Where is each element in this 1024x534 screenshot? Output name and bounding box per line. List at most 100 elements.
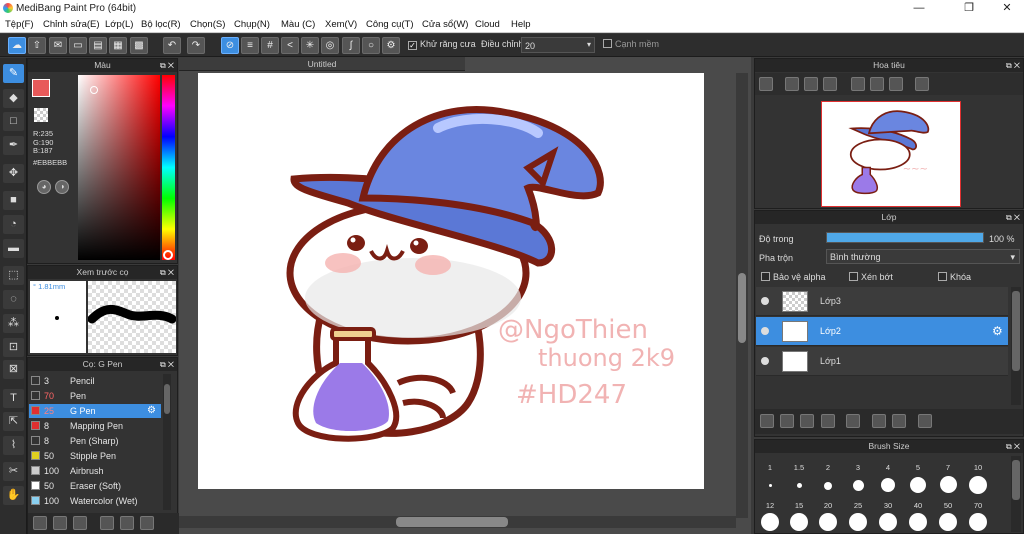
menu-edit[interactable]: Chỉnh sửa(E) — [43, 19, 100, 30]
new-8bit-layer-icon[interactable] — [800, 414, 814, 428]
opacity-slider[interactable] — [826, 232, 984, 243]
smooth-option[interactable]: Cạnh mềm — [603, 39, 659, 49]
navigator-thumbnail[interactable]: ~~~ — [821, 101, 961, 207]
circle-snap-icon[interactable]: ◎ — [321, 37, 339, 54]
brush-item-pen[interactable]: 70 Pen — [29, 389, 161, 403]
visibility-eye-icon[interactable] — [761, 297, 769, 305]
drawing-canvas[interactable]: @NgoThien thuong 2k9 #HD247 — [198, 73, 704, 489]
vertical-scrollbar[interactable] — [736, 73, 748, 518]
document-icon[interactable]: ▤ — [89, 37, 107, 54]
rect-select-tool-icon[interactable]: ⬚ — [3, 266, 24, 285]
brush-size-cell[interactable]: 20 — [813, 501, 843, 531]
lock-checkbox[interactable] — [938, 272, 947, 281]
horizontal-scrollbar-thumb[interactable] — [396, 517, 508, 527]
brush-size-cell[interactable]: 70 — [963, 501, 993, 531]
brush-item-airbrush[interactable]: 100 Airbrush — [29, 464, 161, 478]
brush-list-scrollbar[interactable] — [163, 374, 171, 510]
reset-view-icon[interactable] — [915, 77, 929, 91]
grid-panel-icon[interactable]: ▦ — [109, 37, 127, 54]
new-layer-icon[interactable] — [760, 414, 774, 428]
text-tool-icon[interactable]: T — [3, 389, 24, 408]
shape-fill-tool-icon[interactable]: ■ — [3, 191, 24, 210]
close-button[interactable]: ✕ — [992, 1, 1022, 16]
magic-wand-tool-icon[interactable]: ⁂ — [3, 314, 24, 333]
parallel-snap-icon[interactable]: ≡ — [241, 37, 259, 54]
brush-item-mapping-pen[interactable]: 8 Mapping Pen — [29, 419, 161, 433]
brush-item-watercolor-wet[interactable]: 100 Watercolor (Wet) — [29, 494, 161, 508]
brush-item-pen-sharp[interactable]: 8 Pen (Sharp) — [29, 434, 161, 448]
gradient-tool-icon[interactable]: ▬ — [3, 239, 24, 258]
panel-close-icon[interactable]: ⧉ ✕ — [1006, 440, 1020, 453]
folder-icon[interactable] — [846, 414, 860, 428]
new-brush-icon[interactable] — [53, 516, 67, 530]
menu-filter[interactable]: Bộ lọc(R) — [141, 19, 181, 30]
brush-size-cell[interactable]: 50 — [933, 501, 963, 531]
scrollbar-thumb[interactable] — [1012, 460, 1020, 500]
palette-icon[interactable]: ◕ — [37, 180, 51, 194]
tiles-icon[interactable]: ▩ — [130, 37, 148, 54]
minimize-button[interactable]: — — [904, 1, 934, 16]
brush-item-eraser-soft[interactable]: 50 Eraser (Soft) — [29, 479, 161, 493]
brush-size-cell[interactable]: 2 — [813, 463, 843, 490]
maximize-button[interactable]: ❐ — [954, 1, 984, 16]
brush-item-pencil[interactable]: 3 Pencil — [29, 374, 161, 388]
palette-add-icon[interactable]: ◑ — [55, 180, 69, 194]
delete-layer-icon[interactable] — [918, 414, 932, 428]
message-icon[interactable]: ▭ — [69, 37, 87, 54]
cross-snap-icon[interactable]: # — [261, 37, 279, 54]
document-tab[interactable]: Untitled — [179, 57, 465, 71]
brush-item-g-pen[interactable]: 25 G Pen ⚙ — [29, 404, 161, 418]
brush-tool-icon[interactable]: ✎ — [3, 64, 24, 83]
redo-icon[interactable]: ↷ — [187, 37, 205, 54]
menu-help[interactable]: Help — [511, 19, 531, 30]
blend-mode-select[interactable]: Bình thường ▾ — [826, 249, 1020, 264]
select-dot-tool-icon[interactable]: □ — [3, 112, 24, 131]
ellipse-snap-icon[interactable]: ○ — [362, 37, 380, 54]
menu-window[interactable]: Cửa sổ(W) — [422, 19, 468, 30]
cloud-icon[interactable]: ☁ — [8, 37, 26, 54]
brush-size-cell[interactable]: 10 — [963, 463, 993, 494]
protect-alpha-option[interactable]: Bảo vệ alpha — [761, 272, 826, 282]
import-brush-icon[interactable] — [100, 516, 114, 530]
brush-size-cell[interactable]: 7 — [933, 463, 963, 493]
panel-close-icon[interactable]: ⧉ ✕ — [1006, 211, 1020, 224]
fit-screen-icon[interactable] — [804, 77, 818, 91]
brush-size-cell[interactable]: 1.5 — [784, 463, 814, 488]
brush-settings-gear-icon[interactable]: ⚙ — [147, 405, 156, 416]
curve-snap-icon[interactable]: ∫ — [342, 37, 360, 54]
settings-gear-icon[interactable]: ⚙ — [382, 37, 400, 54]
brush-size-cell[interactable]: 12 — [755, 501, 785, 531]
zoom-in-icon[interactable] — [759, 77, 773, 91]
menu-color[interactable]: Màu (C) — [281, 19, 315, 30]
panel-close-icon[interactable]: ⧉ ✕ — [160, 59, 174, 72]
horizontal-scrollbar[interactable] — [179, 516, 736, 528]
dropper-tool-icon[interactable]: ⌇ — [3, 436, 24, 455]
snap-off-icon[interactable]: ⊘ — [221, 37, 239, 54]
brush-size-cell[interactable]: 15 — [784, 501, 814, 531]
protect-alpha-checkbox[interactable] — [761, 272, 770, 281]
select-eraser-tool-icon[interactable]: ⊠ — [3, 360, 24, 379]
flip-icon[interactable] — [870, 77, 884, 91]
brush-size-cell[interactable]: 1 — [755, 463, 785, 487]
comment-icon[interactable]: ✉ — [49, 37, 67, 54]
share-icon[interactable]: ⇧ — [28, 37, 46, 54]
picker-cursor[interactable] — [90, 86, 98, 94]
brush-size-cell[interactable]: 4 — [873, 463, 903, 492]
duplicate-layer-icon[interactable] — [872, 414, 886, 428]
brush-size-cell[interactable]: 25 — [843, 501, 873, 531]
antialias-checkbox[interactable]: ✓ — [408, 41, 417, 50]
panel-close-icon[interactable]: ⧉ ✕ — [160, 266, 174, 279]
clipping-option[interactable]: Xén bớt — [849, 272, 893, 282]
menu-view[interactable]: Xem(V) — [325, 19, 357, 30]
brush-menu-icon[interactable] — [73, 516, 87, 530]
layer-row-lop3[interactable]: Lớp3 — [756, 287, 1008, 316]
rotate-left-icon[interactable] — [851, 77, 865, 91]
antialias-option[interactable]: ✓ Khử răng cưa — [408, 39, 476, 50]
merge-layer-icon[interactable] — [892, 414, 906, 428]
add-layer-menu-icon[interactable] — [821, 414, 835, 428]
brush-size-cell[interactable]: 5 — [903, 463, 933, 493]
scrollbar-thumb[interactable] — [164, 384, 170, 414]
layer-list-scrollbar[interactable] — [1011, 287, 1021, 405]
layer-settings-gear-icon[interactable]: ⚙ — [992, 324, 1003, 338]
brush-size-cell[interactable]: 30 — [873, 501, 903, 531]
